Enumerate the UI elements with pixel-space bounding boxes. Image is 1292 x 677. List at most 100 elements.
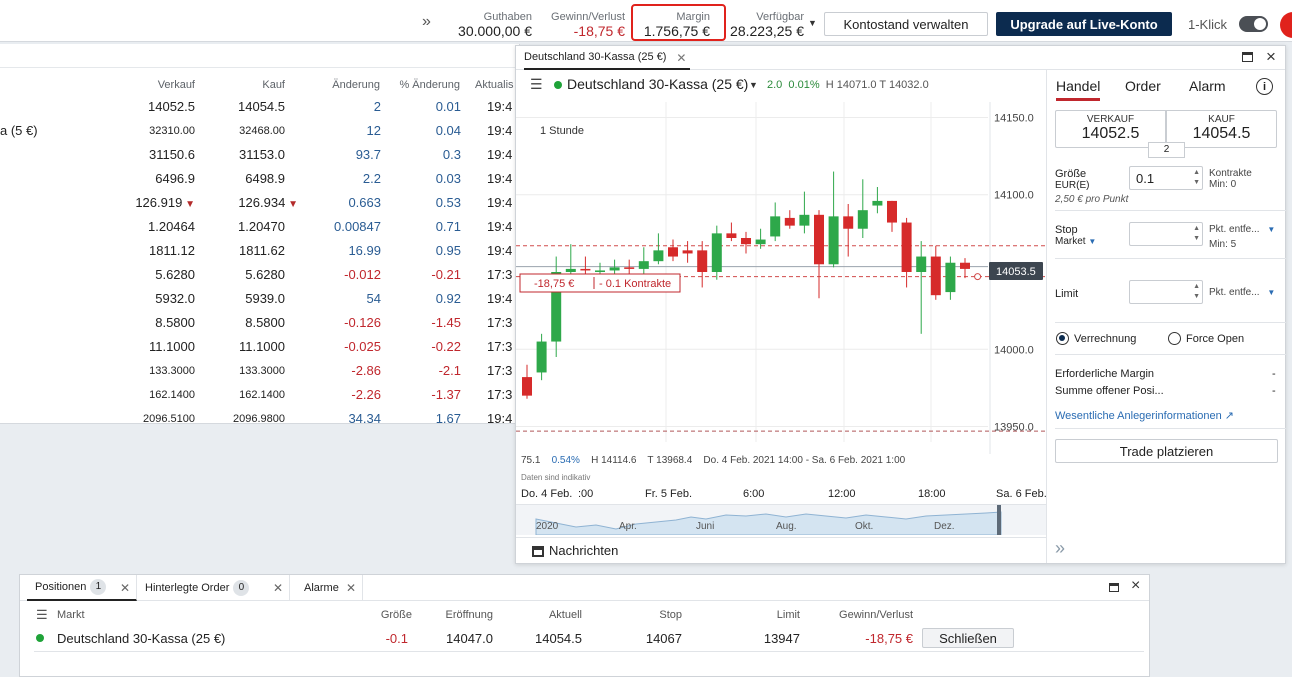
column-header-stop[interactable]: Stop	[632, 609, 682, 621]
buy-price-cell[interactable]: 31153.0	[200, 147, 285, 162]
stop-unit[interactable]: Pkt. entfe... ▼	[1209, 224, 1275, 235]
buy-price-cell[interactable]: 2096.9800	[200, 413, 285, 424]
sell-price-cell[interactable]: 2096.5100	[110, 413, 195, 424]
caret-down-icon[interactable]: ▼	[749, 80, 758, 90]
watchlist-row[interactable]: 1811.121811.6216.990.9519:4	[0, 238, 520, 262]
stepper-icon[interactable]: ▲▼	[1193, 282, 1200, 302]
watchlist-row[interactable]: 1.204641.204700.008470.7119:4	[0, 214, 520, 238]
close-icon[interactable]: ×	[1131, 577, 1140, 595]
sell-price-cell[interactable]: 5932.0	[110, 291, 195, 306]
close-icon[interactable]: ✕	[273, 581, 283, 595]
stepper-icon[interactable]: ▲▼	[1193, 168, 1200, 188]
position-limit[interactable]: 13947	[750, 631, 800, 646]
buy-price-cell[interactable]: 133.3000	[200, 365, 285, 377]
chart-tab[interactable]: Deutschland 30-Kassa (25 €) ✕	[524, 46, 690, 70]
sell-price-cell[interactable]: 11.1000	[110, 339, 195, 354]
close-position-button[interactable]: Schließen	[922, 628, 1014, 648]
sell-price-cell[interactable]: 126.919 ▼	[110, 195, 195, 210]
stepper-icon[interactable]: ▲▼	[1193, 224, 1200, 244]
buy-price-cell[interactable]: 6498.9	[200, 171, 285, 186]
column-header-size[interactable]: Größe	[362, 609, 412, 621]
market-name[interactable]: a (5 €)	[0, 123, 38, 138]
column-header-market[interactable]: Markt	[57, 609, 85, 621]
close-icon[interactable]: ✕	[120, 581, 130, 595]
column-header-change[interactable]: Änderung	[310, 79, 380, 91]
position-marker[interactable]: -18,75 € - 0.1 Kontrakte	[520, 274, 680, 292]
close-icon[interactable]: ✕	[676, 51, 686, 65]
column-header-change-pct[interactable]: % Änderung	[385, 79, 460, 91]
sell-price-cell[interactable]: 162.1400	[110, 389, 195, 401]
maximize-icon[interactable]	[1109, 583, 1119, 592]
timeframe-label[interactable]: 1 Stunde	[540, 125, 584, 137]
watchlist-row[interactable]: 162.1400162.1400-2.26-1.3717:3	[0, 382, 520, 406]
radio-netting[interactable]	[1056, 332, 1069, 345]
sell-price-cell[interactable]: 6496.9	[110, 171, 195, 186]
watchlist-row[interactable]: 31150.631153.093.70.319:4	[0, 142, 520, 166]
limit-unit[interactable]: Pkt. entfe... ▼	[1209, 287, 1275, 298]
buy-price-cell[interactable]: 11.1000	[200, 339, 285, 354]
column-header-buy[interactable]: Kauf	[220, 79, 285, 91]
sell-price-cell[interactable]: 1.20464	[110, 219, 195, 234]
watchlist-row[interactable]: 5932.05939.0540.9219:4	[0, 286, 520, 310]
help-button[interactable]	[1280, 12, 1292, 38]
available-summary[interactable]: Verfügbar 28.223,25 €	[722, 11, 804, 39]
buy-price-cell[interactable]: 1811.62	[200, 243, 285, 258]
buy-price-cell[interactable]: 32468.00	[200, 125, 285, 137]
navigator-handle[interactable]	[997, 505, 1001, 535]
sell-price-cell[interactable]: 8.5800	[110, 315, 195, 330]
manage-account-button[interactable]: Kontostand verwalten	[824, 12, 988, 36]
close-icon[interactable]: ✕	[346, 581, 356, 595]
watchlist-row[interactable]: 126.919 ▼126.934 ▼0.6630.5319:4	[0, 190, 520, 214]
double-chevron-right-icon[interactable]: »	[422, 13, 431, 31]
column-header-updated[interactable]: Aktualis	[475, 79, 520, 91]
hamburger-menu-icon[interactable]: ☰	[36, 607, 48, 623]
key-investor-info-link[interactable]: Wesentliche Anlegerinformationen ↗	[1055, 409, 1234, 422]
buy-price-cell[interactable]: 14054.5	[200, 99, 285, 114]
tab-order[interactable]: Order	[1125, 78, 1161, 94]
sell-price-cell[interactable]: 31150.6	[110, 147, 195, 162]
tab-positions[interactable]: Positionen 1 ✕	[27, 575, 137, 601]
double-chevron-right-icon[interactable]: »	[1055, 538, 1065, 559]
limit-distance-input[interactable]: ▲▼	[1129, 280, 1203, 304]
market-title[interactable]: Deutschland 30-Kassa (25 €)	[567, 76, 748, 92]
place-trade-button[interactable]: Trade platzieren	[1055, 439, 1278, 463]
sell-price-cell[interactable]: 1811.12	[110, 243, 195, 258]
radio-force-open[interactable]	[1168, 332, 1181, 345]
sell-price-cell[interactable]: 133.3000	[110, 365, 195, 377]
news-bar[interactable]: Nachrichten	[516, 537, 1046, 563]
stop-type[interactable]: Market ▼	[1055, 236, 1096, 247]
watchlist-row[interactable]: 8.58008.5800-0.126-1.4517:3	[0, 310, 520, 334]
maximize-icon[interactable]	[1242, 52, 1253, 62]
caret-down-icon[interactable]: ▼	[808, 18, 817, 28]
buy-price-cell[interactable]: 5939.0	[200, 291, 285, 306]
column-header-limit[interactable]: Limit	[750, 609, 800, 621]
buy-price-cell[interactable]: 8.5800	[200, 315, 285, 330]
watchlist-row[interactable]: 14052.514054.520.0119:4	[0, 94, 520, 118]
sell-price-cell[interactable]: 32310.00	[110, 125, 195, 137]
buy-price-cell[interactable]: 5.6280	[200, 267, 285, 282]
watchlist-row[interactable]: 11.100011.1000-0.025-0.2217:3	[0, 334, 520, 358]
buy-price-cell[interactable]: 162.1400	[200, 389, 285, 401]
chart-navigator[interactable]: 2020 Apr. Juni Aug. Okt. Dez.	[516, 504, 1046, 534]
tab-alerts[interactable]: Alarme ✕	[290, 575, 363, 601]
buy-price-cell[interactable]: 1.20470	[200, 219, 285, 234]
position-stop[interactable]: 14067	[632, 631, 682, 646]
hamburger-menu-icon[interactable]: ☰	[530, 76, 543, 93]
column-header-sell[interactable]: Verkauf	[130, 79, 195, 91]
watchlist-row[interactable]: 5.62805.6280-0.012-0.2117:3	[0, 262, 520, 286]
price-chart[interactable]: 14150.014100.014000.013950.0 1 Stunde -1…	[516, 102, 1046, 454]
sell-price-cell[interactable]: 14052.5	[110, 99, 195, 114]
size-input[interactable]: 0.1 ▲▼	[1129, 166, 1203, 190]
close-icon[interactable]: ×	[1266, 47, 1276, 67]
column-header-current[interactable]: Aktuell	[520, 609, 582, 621]
stop-distance-input[interactable]: ▲▼	[1129, 222, 1203, 246]
position-market[interactable]: Deutschland 30-Kassa (25 €)	[57, 631, 225, 646]
tab-working-orders[interactable]: Hinterlegte Order 0 ✕	[137, 575, 290, 601]
watchlist-row[interactable]: a (5 €)32310.0032468.00120.0419:4	[0, 118, 520, 142]
tab-trade[interactable]: Handel	[1056, 78, 1100, 101]
buy-price-cell[interactable]: 126.934 ▼	[200, 195, 298, 210]
column-header-open[interactable]: Eröffnung	[425, 609, 493, 621]
watchlist-row[interactable]: 6496.96498.92.20.0319:4	[0, 166, 520, 190]
info-icon[interactable]: i	[1256, 78, 1273, 95]
upgrade-live-account-button[interactable]: Upgrade auf Live-Konto	[996, 12, 1172, 36]
